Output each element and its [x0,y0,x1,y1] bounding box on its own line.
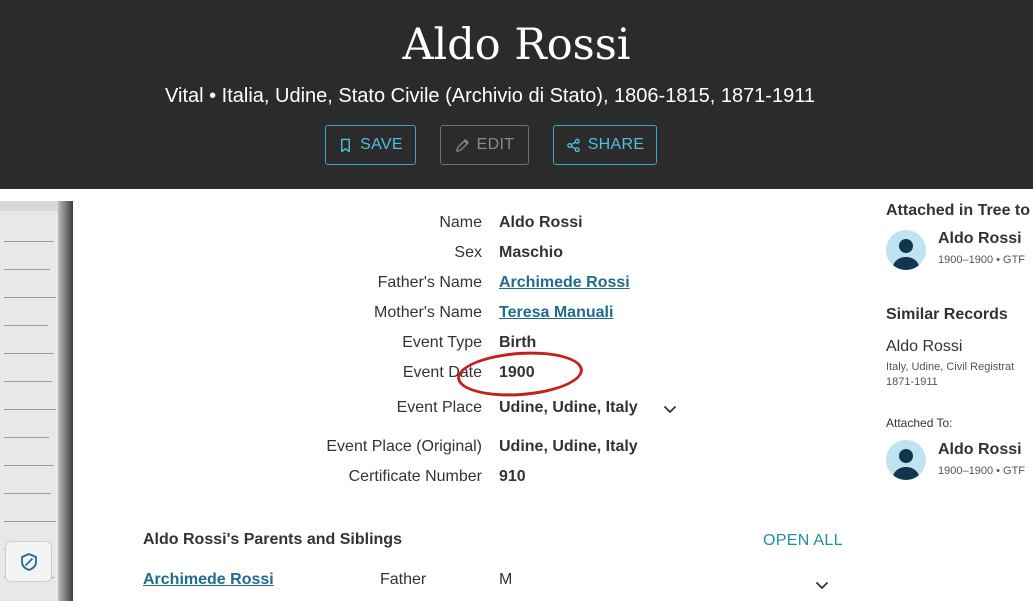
field-label: Name [439,214,482,231]
record-header: Aldo Rossi Vital • Italia, Udine, Stato … [0,0,1033,189]
page-title: Aldo Rossi [402,20,631,70]
field-label: Mother's Name [374,304,482,321]
field-label: Event Place [396,399,482,416]
parents-siblings-heading: Aldo Rossi's Parents and Siblings [143,531,402,548]
similar-record-collection: Italy, Udine, Civil Registrat [886,361,1015,373]
attached-to-person-lifespan: 1900–1900 • GTF [938,465,1026,477]
attached-to-person-name[interactable]: Aldo Rossi [938,441,1022,459]
save-button-label: SAVE [360,136,403,153]
relative-role: Father [380,571,427,588]
field-label: Father's Name [377,274,482,291]
open-all-link[interactable]: OPEN ALL [763,532,843,550]
field-label: Sex [454,244,482,261]
share-button-label: SHARE [587,136,645,153]
attached-person-name[interactable]: Aldo Rossi [938,230,1022,248]
privacy-shield-button[interactable] [5,541,52,582]
field-mothers-name: Mother's Name Teresa Manuali [200,304,700,328]
edit-button-label: EDIT [476,136,515,153]
field-certificate-number: Certificate Number 910 [200,468,700,492]
mother-link[interactable]: Teresa Manuali [499,304,613,322]
document-binding-edge [58,201,73,601]
shield-icon [20,552,37,571]
attached-person-lifespan: 1900–1900 • GTF [938,254,1026,266]
field-value: 910 [499,468,526,485]
field-value: Birth [499,334,537,351]
field-sex: Sex Maschio [200,244,700,268]
relative-name-link[interactable]: Archimede Rossi [143,571,274,589]
chevron-down-icon[interactable] [814,578,830,594]
father-link[interactable]: Archimede Rossi [499,274,630,292]
attached-to-label: Attached To: [886,416,953,430]
chevron-down-icon[interactable] [662,401,678,417]
field-value: Udine, Udine, Italy [499,438,638,455]
field-value: Aldo Rossi [499,214,583,231]
similar-record-name[interactable]: Aldo Rossi [886,338,962,356]
record-collection-subtitle: Vital • Italia, Udine, Stato Civile (Arc… [165,85,815,107]
save-button[interactable]: SAVE [325,125,416,165]
share-button[interactable]: SHARE [553,125,657,165]
person-silhouette-icon [892,449,920,480]
person-silhouette-icon [892,239,920,270]
field-label: Event Type [402,334,482,351]
field-label: Certificate Number [348,468,482,485]
field-value: Udine, Udine, Italy [499,399,638,416]
similar-record-years: 1871-1911 [886,376,938,388]
attached-tree-heading: Attached in Tree to [886,202,1031,219]
field-name: Name Aldo Rossi [200,214,700,238]
avatar[interactable] [886,440,926,480]
edit-button[interactable]: EDIT [440,125,529,165]
field-event-type: Event Type Birth [200,334,700,358]
share-icon [566,138,580,152]
field-event-date: Event Date 1900 [200,364,700,388]
pencil-icon [455,138,469,152]
avatar[interactable] [886,230,926,270]
field-value: Maschio [499,244,564,261]
bookmark-icon [341,138,351,152]
field-fathers-name: Father's Name Archimede Rossi [200,274,700,298]
field-event-place-original: Event Place (Original) Udine, Udine, Ita… [200,438,700,462]
field-event-place: Event Place Udine, Udine, Italy [200,399,700,423]
field-label: Event Place (Original) [326,438,482,455]
similar-records-heading: Similar Records [886,306,1008,323]
relative-sex: M [499,571,513,588]
